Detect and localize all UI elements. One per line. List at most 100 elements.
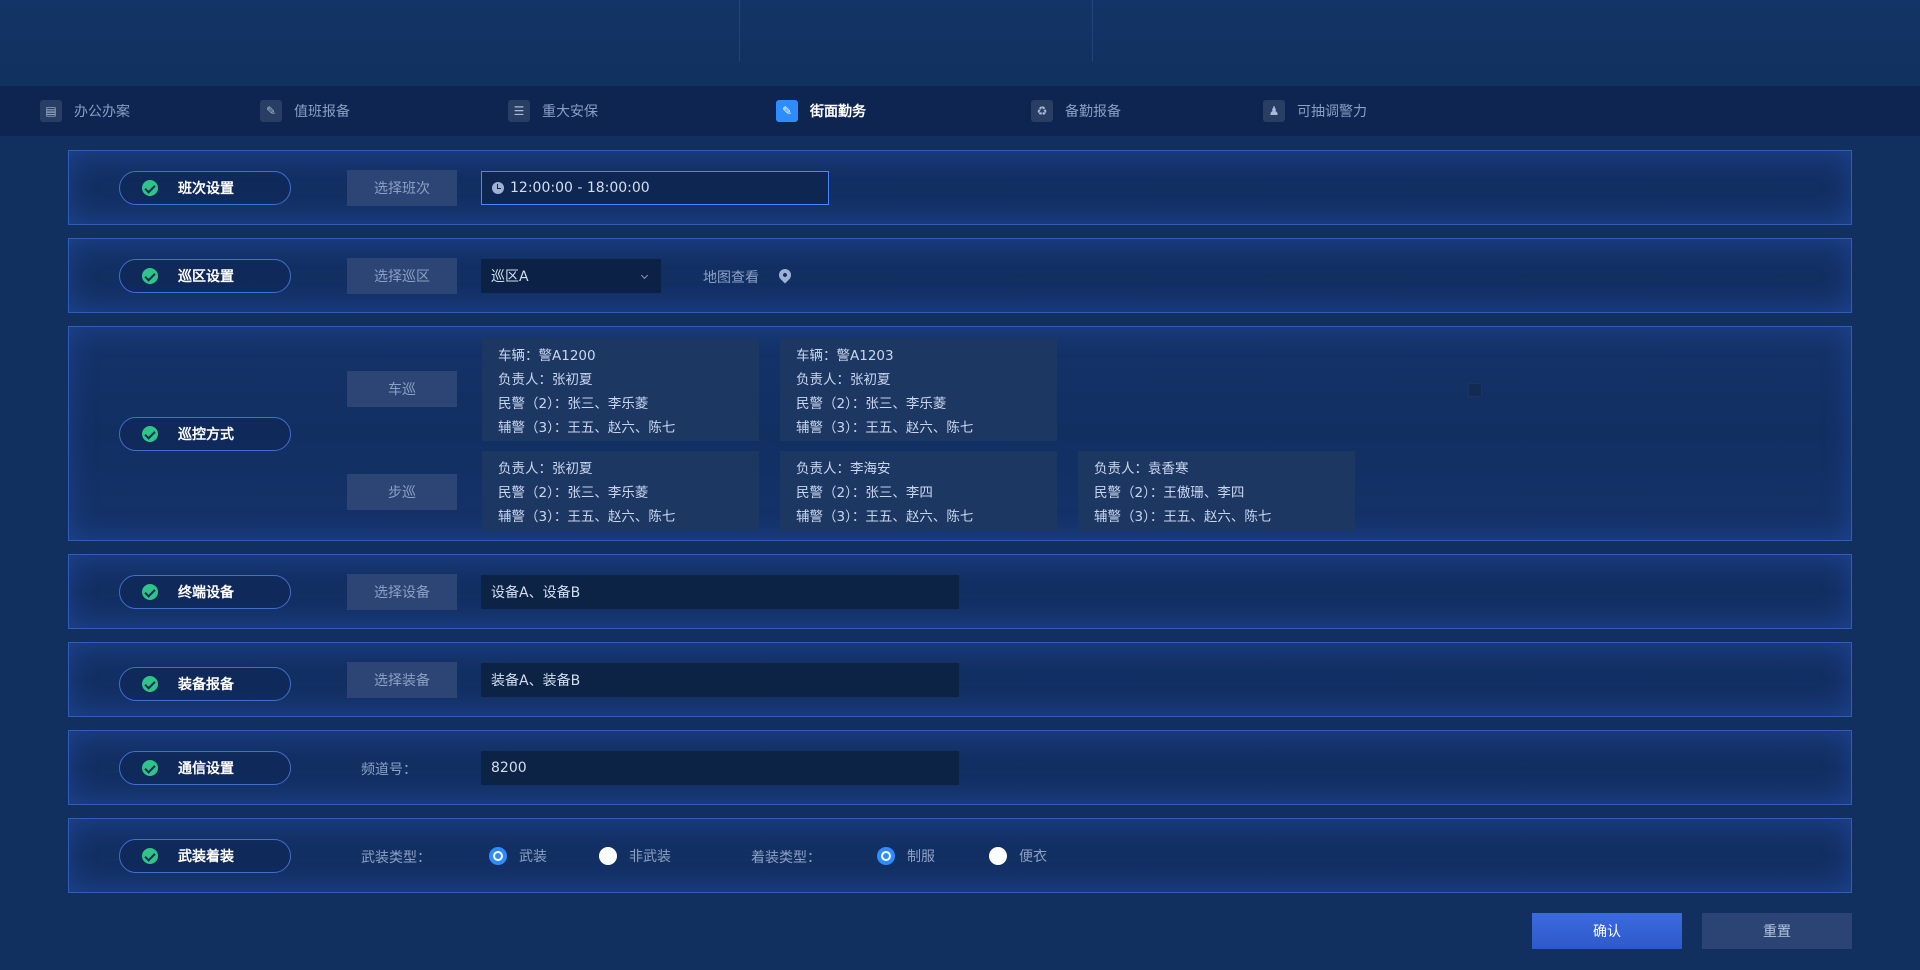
card-leader: 负责人：李海安 xyxy=(796,461,891,477)
channel-input[interactable]: 8200 xyxy=(481,751,959,785)
section-title: 巡控方式 xyxy=(178,427,234,443)
header-area xyxy=(0,0,1920,86)
card-police: 民警（2）：张三、李乐菱 xyxy=(796,396,947,412)
select-shift-button[interactable]: 选择班次 xyxy=(347,170,457,206)
edit-document-icon: ✎ xyxy=(776,100,798,122)
select-equipment-button[interactable]: 选择装备 xyxy=(347,662,457,698)
check-icon xyxy=(142,426,158,442)
edit-document-icon: ✎ xyxy=(260,100,282,122)
nav-item-office[interactable]: ▤ 办公办案 xyxy=(40,86,130,136)
card-auxiliary: 辅警（3）：王五、赵六、陈七 xyxy=(1094,509,1272,525)
patrol-area-select[interactable]: 巡区A xyxy=(481,259,661,293)
card-auxiliary: 辅警（3）：王五、赵六、陈七 xyxy=(498,420,676,436)
equipment-field[interactable]: 装备A、装备B xyxy=(481,663,959,697)
equipment-panel: 装备报备 选择装备 装备A、装备B xyxy=(68,642,1852,717)
confirm-button[interactable]: 确认 xyxy=(1532,913,1682,949)
card-leader: 负责人：张初夏 xyxy=(796,372,891,388)
card-vehicle: 车辆：警A1203 xyxy=(796,348,894,364)
header-divider xyxy=(1092,0,1093,62)
section-title: 装备报备 xyxy=(178,677,234,693)
section-title: 通信设置 xyxy=(178,761,234,777)
radio-checked-icon[interactable] xyxy=(489,847,507,865)
card-vehicle: 车辆：警A1200 xyxy=(498,348,596,364)
radio-label: 武装 xyxy=(519,849,547,865)
radio-label: 非武装 xyxy=(629,849,671,865)
vehicle-patrol-card[interactable]: 车辆：警A1203 负责人：张初夏 民警（2）：张三、李乐菱 辅警（3）：王五、… xyxy=(780,338,1057,441)
nav-item-street-duty[interactable]: ✎ 街面勤务 xyxy=(776,86,866,136)
time-range-field[interactable]: 12:00:00 - 18:00:00 xyxy=(481,171,829,205)
equipment-section-title: 装备报备 xyxy=(119,667,291,701)
clock-icon xyxy=(492,182,504,194)
channel-label: 频道号： xyxy=(361,762,417,778)
card-police: 民警（2）：张三、李四 xyxy=(796,485,933,501)
radio-unchecked-icon[interactable] xyxy=(599,847,617,865)
terminal-panel: 终端设备 选择设备 设备A、设备B xyxy=(68,554,1852,629)
foot-patrol-card[interactable]: 负责人：张初夏 民警（2）：张三、李乐菱 辅警（3）：王五、赵六、陈七 xyxy=(482,451,759,531)
nav-item-label: 备勤报备 xyxy=(1065,104,1121,120)
device-field[interactable]: 设备A、设备B xyxy=(481,575,959,609)
check-icon xyxy=(142,584,158,600)
radio-plainclothes[interactable]: 便衣 xyxy=(989,846,1047,866)
radio-label: 制服 xyxy=(907,849,935,865)
nav-item-duty[interactable]: ✎ 值班报备 xyxy=(260,86,350,136)
section-title: 班次设置 xyxy=(178,181,234,197)
armed-type-label: 武装类型： xyxy=(361,850,431,866)
dress-type-label: 着装类型： xyxy=(751,850,821,866)
card-leader: 负责人：张初夏 xyxy=(498,461,593,477)
vehicle-patrol-button[interactable]: 车巡 xyxy=(347,371,457,407)
nav-item-label: 办公办案 xyxy=(74,104,130,120)
section-title: 终端设备 xyxy=(178,585,234,601)
card-police: 民警（2）：王傲珊、李四 xyxy=(1094,485,1245,501)
card-leader: 负责人：袁香寒 xyxy=(1094,461,1189,477)
patrol-area-section-title: 巡区设置 xyxy=(119,259,291,293)
patrol-area-selected: 巡区A xyxy=(491,269,529,285)
shift-section-title: 班次设置 xyxy=(119,171,291,205)
map-view-link[interactable]: 地图查看 xyxy=(703,267,759,287)
card-police: 民警（2）：张三、李乐菱 xyxy=(498,485,649,501)
card-leader: 负责人：张初夏 xyxy=(498,372,593,388)
foot-patrol-card[interactable]: 负责人：李海安 民警（2）：张三、李四 辅警（3）：王五、赵六、陈七 xyxy=(780,451,1057,531)
document-icon: ▤ xyxy=(40,100,62,122)
select-patrol-area-button[interactable]: 选择巡区 xyxy=(347,258,457,294)
shift-panel: 班次设置 选择班次 12:00:00 - 18:00:00 xyxy=(68,150,1852,225)
select-device-button[interactable]: 选择设备 xyxy=(347,574,457,610)
map-pin-icon[interactable] xyxy=(776,266,794,284)
check-icon xyxy=(142,848,158,864)
comms-panel: 通信设置 频道号： 8200 xyxy=(68,730,1852,805)
radio-uniform[interactable]: 制服 xyxy=(877,846,935,866)
header-divider xyxy=(739,0,740,62)
check-icon xyxy=(142,676,158,692)
radio-checked-icon[interactable] xyxy=(877,847,895,865)
section-title: 武装着装 xyxy=(178,849,234,865)
nav-item-label: 重大安保 xyxy=(542,104,598,120)
radio-armed[interactable]: 武装 xyxy=(489,846,547,866)
foot-patrol-card[interactable]: 负责人：袁香寒 民警（2）：王傲珊、李四 辅警（3）：王五、赵六、陈七 xyxy=(1078,451,1355,531)
nav-item-standby[interactable]: ♻ 备勤报备 xyxy=(1031,86,1121,136)
check-icon xyxy=(142,268,158,284)
chevron-down-icon xyxy=(640,271,649,280)
radio-unarmed[interactable]: 非武装 xyxy=(599,846,671,866)
card-auxiliary: 辅警（3）：王五、赵六、陈七 xyxy=(796,420,974,436)
armed-dress-panel: 武装着装 武装类型： 武装 非武装 着装类型： 制服 便衣 xyxy=(68,818,1852,893)
nav-item-label: 街面勤务 xyxy=(810,104,866,120)
patrol-mode-panel: 巡控方式 车巡 步巡 车辆：警A1200 负责人：张初夏 民警（2）：张三、李乐… xyxy=(68,326,1852,541)
nav-item-label: 值班报备 xyxy=(294,104,350,120)
nav-item-transferable[interactable]: ♟ 可抽调警力 xyxy=(1263,86,1367,136)
terminal-section-title: 终端设备 xyxy=(119,575,291,609)
nav-item-security[interactable]: ☰ 重大安保 xyxy=(508,86,598,136)
patrol-mode-section-title: 巡控方式 xyxy=(119,417,291,451)
card-auxiliary: 辅警（3）：王五、赵六、陈七 xyxy=(796,509,974,525)
recycle-icon: ♻ xyxy=(1031,100,1053,122)
placeholder-square xyxy=(1468,383,1482,397)
vehicle-patrol-card[interactable]: 车辆：警A1200 负责人：张初夏 民警（2）：张三、李乐菱 辅警（3）：王五、… xyxy=(482,338,759,441)
checklist-icon: ☰ xyxy=(508,100,530,122)
nav-item-label: 可抽调警力 xyxy=(1297,104,1367,120)
section-title: 巡区设置 xyxy=(178,269,234,285)
reset-button[interactable]: 重置 xyxy=(1702,913,1852,949)
foot-patrol-button[interactable]: 步巡 xyxy=(347,474,457,510)
radio-unchecked-icon[interactable] xyxy=(989,847,1007,865)
patrol-area-panel: 巡区设置 选择巡区 巡区A 地图查看 xyxy=(68,238,1852,313)
check-icon xyxy=(142,760,158,776)
card-auxiliary: 辅警（3）：王五、赵六、陈七 xyxy=(498,509,676,525)
check-icon xyxy=(142,180,158,196)
